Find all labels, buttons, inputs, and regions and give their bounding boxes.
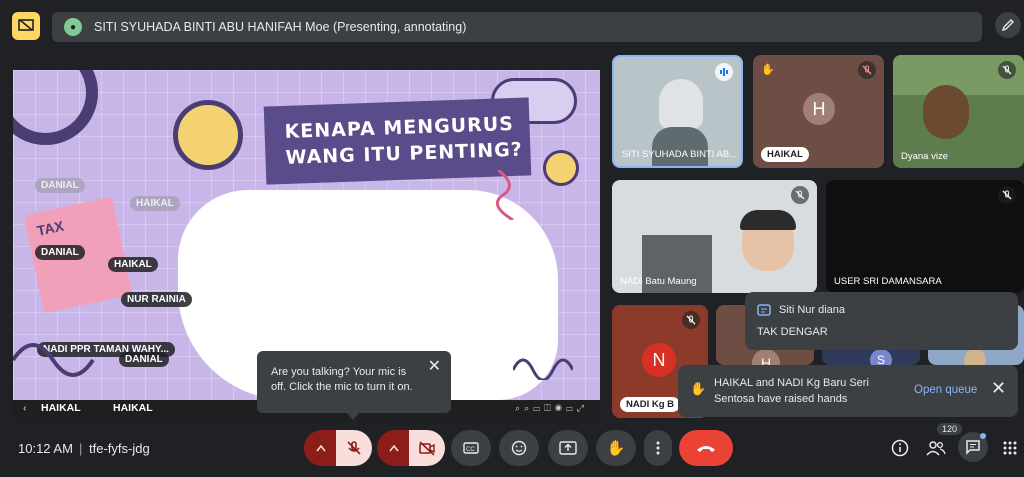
participant-name: SITI SYUHADA BINTI AB... (622, 149, 738, 160)
notification-dot (980, 433, 986, 439)
chat-icon (966, 440, 980, 455)
reactions-button[interactable] (499, 430, 539, 466)
presentation-status-icon[interactable] (12, 12, 40, 40)
more-options-button[interactable] (644, 430, 672, 466)
more-vert-icon (656, 441, 660, 455)
magnifier-graphic (13, 70, 98, 145)
participant-tile[interactable]: H ✋ HAIKAL (753, 55, 884, 168)
mic-off-icon (858, 61, 876, 79)
participant-video-figure (923, 85, 969, 139)
info-icon (891, 439, 909, 457)
participant-avatar: H (803, 93, 835, 125)
captions-button[interactable]: CC (451, 430, 491, 466)
squiggle-graphic (513, 358, 573, 380)
chat-button[interactable] (958, 432, 988, 462)
prev-arrow-icon[interactable]: ‹ (23, 402, 27, 414)
coin-graphic (173, 100, 243, 170)
raised-hand-icon: ✋ (761, 64, 775, 76)
leave-call-button[interactable] (679, 430, 733, 466)
mic-off-tooltip: Are you talking? Your mic is off. Click … (257, 351, 451, 413)
apps-grid-icon (1003, 441, 1017, 455)
captions-icon: CC (463, 442, 479, 454)
participant-tile[interactable]: NADI Batu Maung (612, 180, 817, 293)
chat-sender: Siti Nur diana (779, 304, 846, 316)
meeting-code: tfe-fyfs-jdg (89, 441, 150, 456)
close-icon[interactable]: ✕ (428, 359, 441, 375)
annotation-name-tag: HAIKAL (113, 402, 153, 414)
chat-message: TAK DENGAR (757, 326, 828, 338)
raise-hand-button[interactable]: ✋ (596, 430, 636, 466)
annotation-name-tag: DANIAL (119, 352, 169, 367)
participant-avatar: H (752, 349, 780, 365)
presenter-text: SITI SYUHADA BINTI ABU HANIFAH Moe (Pres… (94, 20, 467, 34)
mic-off-icon (998, 61, 1016, 79)
mic-off-icon (791, 186, 809, 204)
presenter-banner: ● SITI SYUHADA BINTI ABU HANIFAH Moe (Pr… (52, 12, 982, 42)
activities-button[interactable] (996, 434, 1024, 462)
tax-label: TAX (35, 217, 66, 239)
flower-graphic (543, 150, 579, 186)
mic-toggle-button[interactable] (336, 430, 372, 466)
people-button[interactable] (922, 434, 950, 462)
participant-name: USER SRI DAMANSARA (834, 276, 942, 287)
camera-off-icon (419, 441, 435, 456)
squiggle-graphic (13, 343, 95, 377)
audio-options-button[interactable] (304, 430, 338, 466)
slide-title: KENAPA MENGURUS WANG ITU PENTING? (263, 97, 532, 185)
participant-tile[interactable]: USER SRI DAMANSARA (826, 180, 1024, 293)
open-queue-button[interactable]: Open queue (914, 384, 977, 396)
annotation-name-tag: HAIKAL (108, 257, 158, 272)
mic-off-icon (682, 311, 700, 329)
camera-toggle-button[interactable] (409, 430, 445, 466)
speaking-indicator-icon (715, 63, 733, 81)
participant-avatar: S (870, 349, 892, 365)
chat-notification[interactable]: Siti Nur diana TAK DENGAR (745, 292, 1018, 350)
chat-icon (757, 304, 771, 316)
annotation-name-tag: NUR RAINIA (121, 292, 192, 307)
squiggle-graphic (495, 170, 514, 220)
raised-hands-notification: ✋ HAIKAL and NADI Kg Baru Seri Sentosa h… (678, 365, 1018, 417)
annotation-name-tag: DANIAL (35, 245, 85, 260)
meeting-info-button[interactable] (886, 434, 914, 462)
participant-video-hair (740, 210, 796, 230)
presenter-avatar: ● (64, 18, 82, 36)
annotation-name-tag: HAIKAL (41, 402, 81, 414)
close-icon[interactable]: ✕ (991, 378, 1006, 399)
annotation-name-tag: HAIKAL (130, 196, 180, 211)
svg-text:CC: CC (466, 447, 475, 453)
separator: | (79, 441, 83, 456)
participant-name: NADI Kg B (620, 397, 681, 412)
participant-video-figure (659, 79, 703, 129)
video-options-button[interactable] (377, 430, 411, 466)
hand-icon: ✋ (606, 440, 626, 457)
end-call-icon (697, 446, 715, 452)
present-button[interactable] (548, 430, 588, 466)
participant-tile[interactable]: SITI SYUHADA BINTI AB... (612, 55, 743, 168)
present-screen-icon (559, 441, 577, 455)
tooltip-arrow (346, 412, 360, 420)
people-icon (926, 441, 946, 456)
annotate-pen-icon[interactable] (995, 12, 1021, 38)
participant-name: NADI Batu Maung (620, 276, 697, 287)
participant-name: HAIKAL (761, 147, 809, 162)
chevron-up-icon (316, 444, 326, 452)
raised-hands-text: HAIKAL and NADI Kg Baru Seri Sentosa hav… (714, 377, 869, 405)
chevron-up-icon (389, 444, 399, 452)
slide-toolbar-icons[interactable]: ⌕⌕▭◫◉▭⤢ (515, 403, 588, 414)
mic-off-icon (347, 441, 361, 455)
participant-avatar: N (642, 343, 676, 377)
participant-tile[interactable]: Dyana vize (893, 55, 1024, 168)
annotation-name-tag: DANIAL (35, 178, 85, 193)
emoji-icon (511, 440, 527, 456)
mic-tooltip-text: Are you talking? Your mic is off. Click … (271, 366, 413, 393)
participant-video-body (652, 127, 708, 166)
clock: 10:12 AM (18, 441, 73, 456)
mic-off-icon (998, 186, 1016, 204)
raised-hand-icon: ✋ (690, 381, 707, 396)
participant-video-figure (964, 349, 986, 365)
participant-name: Dyana vize (901, 151, 948, 162)
